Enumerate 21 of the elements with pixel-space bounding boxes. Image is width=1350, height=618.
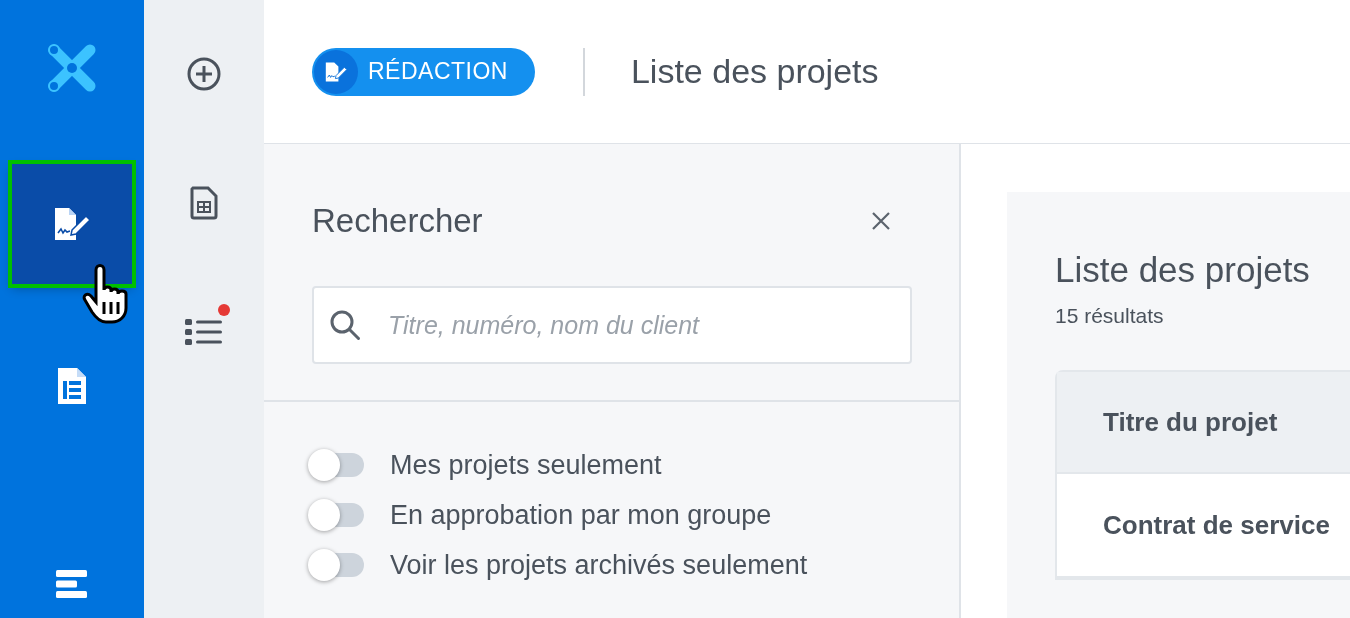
table-cell: Contrat de service	[1103, 509, 1330, 541]
search-icon	[328, 308, 362, 342]
document-icon	[57, 367, 87, 405]
list-icon	[185, 317, 223, 347]
toggle-label: En approbation par mon groupe	[390, 499, 772, 531]
column-header: Titre du projet	[1103, 406, 1278, 438]
spreadsheet-icon	[190, 186, 218, 220]
toggle-label: Mes projets seulement	[390, 449, 662, 481]
page-title: Liste des projets	[630, 52, 879, 91]
list-title: Liste des projets	[1055, 250, 1311, 290]
module-badge: RÉDACTION	[312, 47, 535, 96]
result-count: 15 résultats	[1055, 304, 1165, 328]
signed-document-icon	[52, 206, 92, 242]
bar-list-icon	[56, 568, 88, 600]
close-icon[interactable]	[871, 211, 891, 231]
toggle-label: Voir les projets archivés seulement	[390, 549, 808, 581]
panel-title: Rechercher	[312, 202, 483, 240]
search-field[interactable]: Titre, numéro, nom du client	[312, 286, 912, 364]
add-icon	[187, 57, 221, 91]
notification-dot	[218, 304, 230, 316]
signed-document-icon	[324, 59, 348, 84]
